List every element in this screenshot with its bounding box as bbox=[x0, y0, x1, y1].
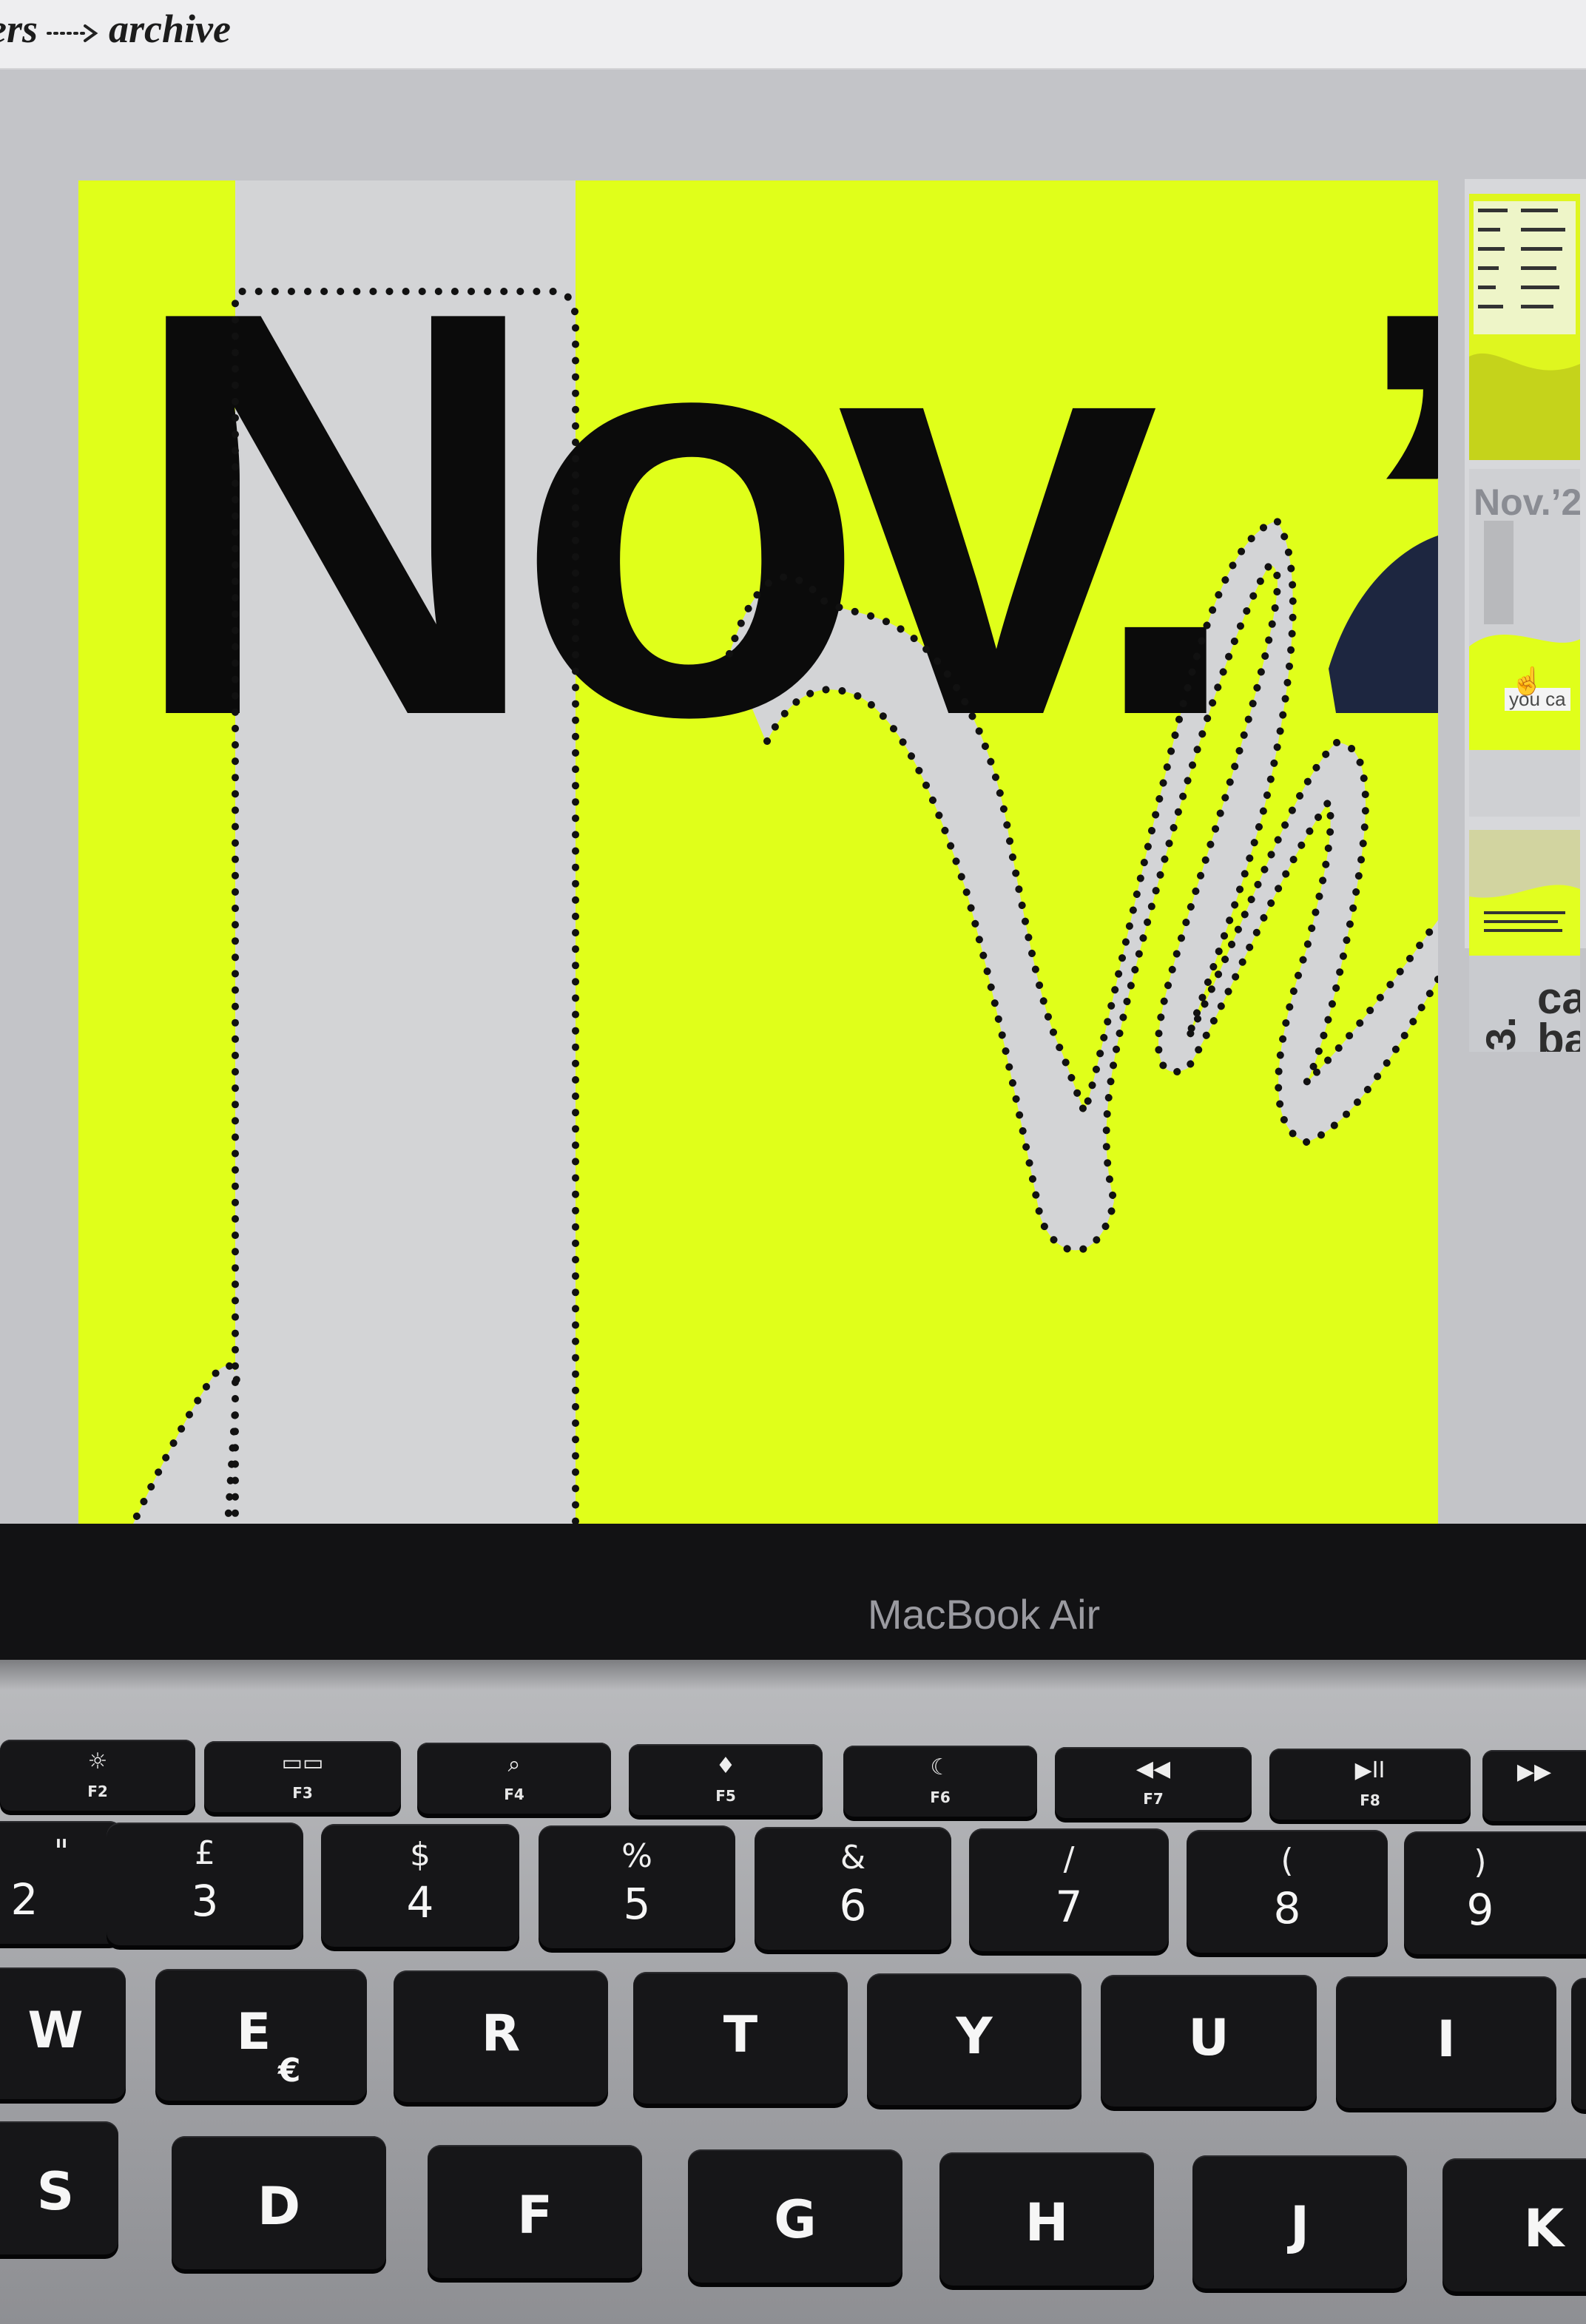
search-icon: ⌕ bbox=[507, 1752, 521, 1777]
key-r[interactable]: R bbox=[394, 1970, 608, 2102]
moon-icon: ☾ bbox=[930, 1754, 951, 1780]
artboard[interactable]: Nov. ’2 bbox=[78, 180, 1438, 1524]
thumbnail-sidebar: Nov.’2 you ca ☝ 23. ca ba bbox=[1465, 179, 1586, 1052]
breadcrumb-parent[interactable]: ters bbox=[0, 7, 38, 51]
hand-cursor-icon: ☝ bbox=[1511, 666, 1544, 696]
thumbnail-number: 23. bbox=[1477, 1016, 1524, 1052]
rewind-icon: ◀◀ bbox=[1135, 1756, 1171, 1782]
key-f8[interactable]: ▶II F8 bbox=[1269, 1749, 1471, 1820]
dotted-arrow-icon bbox=[47, 24, 98, 42]
thumbnail-2-art bbox=[1469, 521, 1580, 750]
key-s[interactable]: S bbox=[0, 2121, 118, 2254]
play-pause-icon: ▶II bbox=[1354, 1757, 1386, 1783]
brand-label: MacBook Air bbox=[867, 1591, 1101, 1638]
key-f6[interactable]: ☾ F6 bbox=[843, 1746, 1037, 1817]
fast-forward-icon: ▶▶ bbox=[1516, 1759, 1552, 1785]
thumbnail-fragment: ca ba bbox=[1537, 973, 1580, 1053]
key-d[interactable]: D bbox=[172, 2136, 386, 2269]
thumbnail-page-3[interactable]: 23. ca ba bbox=[1469, 830, 1580, 1052]
canvas-area: Nov. ’2 bbox=[0, 70, 1586, 1524]
key-w[interactable]: W bbox=[0, 1967, 126, 2099]
mission-control-icon: ▭▭ bbox=[281, 1750, 324, 1776]
key-y[interactable]: Y bbox=[867, 1973, 1081, 2105]
breadcrumb-current[interactable]: archive bbox=[109, 7, 231, 51]
key-8[interactable]: ( 8 bbox=[1187, 1830, 1388, 1953]
key-f4[interactable]: ⌕ F4 bbox=[417, 1743, 611, 1814]
thumbnail-page-1[interactable] bbox=[1469, 194, 1580, 460]
key-g[interactable]: G bbox=[688, 2149, 902, 2283]
title-bar: ters archive bbox=[0, 0, 1586, 70]
key-f2[interactable]: ☼ F2 bbox=[0, 1740, 195, 1811]
key-2[interactable]: " 2 bbox=[0, 1821, 123, 1944]
key-u[interactable]: U bbox=[1101, 1975, 1317, 2107]
key-h[interactable]: H bbox=[939, 2152, 1154, 2286]
key-5[interactable]: % 5 bbox=[539, 1825, 735, 1948]
key-f9[interactable]: ▶▶ bbox=[1482, 1750, 1586, 1821]
key-f7[interactable]: ◀◀ F7 bbox=[1055, 1747, 1252, 1818]
key-7[interactable]: / 7 bbox=[969, 1828, 1169, 1951]
key-e[interactable]: E € bbox=[155, 1969, 367, 2101]
key-3[interactable]: £ 3 bbox=[107, 1823, 303, 1945]
key-o-partial[interactable] bbox=[1571, 1978, 1586, 2109]
thumbnail-1-content bbox=[1469, 201, 1580, 460]
key-k[interactable]: K bbox=[1442, 2158, 1586, 2291]
key-f5[interactable]: ♦ F5 bbox=[629, 1744, 823, 1815]
key-9[interactable]: ) 9 bbox=[1404, 1831, 1586, 1954]
key-j[interactable]: J bbox=[1192, 2155, 1407, 2288]
key-t[interactable]: T bbox=[633, 1972, 848, 2104]
key-i[interactable]: I bbox=[1336, 1976, 1556, 2108]
brightness-icon: ☼ bbox=[87, 1749, 108, 1774]
breadcrumb: ters archive bbox=[0, 6, 231, 52]
key-f[interactable]: F bbox=[428, 2145, 642, 2278]
microphone-icon: ♦ bbox=[715, 1753, 736, 1779]
selected-lower-shape[interactable] bbox=[123, 1365, 237, 1524]
key-f3[interactable]: ▭▭ F3 bbox=[204, 1741, 401, 1812]
thumbnail-page-2[interactable]: Nov.’2 you ca ☝ bbox=[1469, 469, 1580, 817]
artboard-graphics: Nov. ’2 bbox=[123, 180, 1438, 1524]
laptop-screen: ters archive Nov. ’2 bbox=[0, 0, 1586, 1524]
key-6[interactable]: & 6 bbox=[755, 1827, 951, 1950]
key-4[interactable]: $ 4 bbox=[321, 1824, 519, 1947]
hinge bbox=[0, 1660, 1586, 1689]
